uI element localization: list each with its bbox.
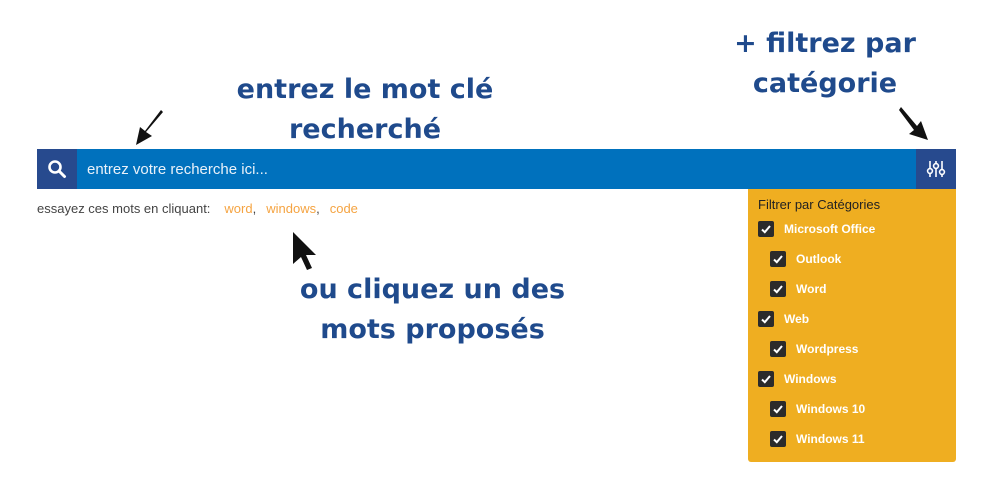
category-label: Windows 10	[796, 402, 866, 416]
search-input[interactable]	[77, 149, 915, 189]
category-label: Windows	[784, 372, 837, 386]
arrow-to-filter-icon	[899, 107, 928, 140]
annotation-suggestions: ou cliquez un des mots proposés	[290, 270, 575, 350]
check-icon	[773, 345, 783, 354]
suggestion-code[interactable]: code	[330, 201, 358, 216]
suggestion-windows[interactable]: windows	[266, 201, 316, 216]
category-filter-panel: Filtrer par Catégories Microsoft Office O…	[748, 189, 956, 462]
arrow-to-search-icon	[136, 110, 163, 145]
category-item[interactable]: Outlook	[770, 251, 841, 267]
annotation-suggestions-line2: mots proposés	[320, 314, 545, 345]
suggestions-label: essayez ces mots en cliquant:	[37, 201, 211, 216]
sliders-icon	[926, 161, 946, 177]
annotation-keyword-text: entrez le mot clé recherché	[236, 74, 494, 145]
category-item[interactable]: Word	[770, 281, 826, 297]
search-bar	[37, 149, 956, 189]
category-checkbox[interactable]	[770, 281, 786, 297]
suggestion-word[interactable]: word	[224, 201, 252, 216]
category-item[interactable]: Microsoft Office	[758, 221, 875, 237]
category-label: Web	[784, 312, 810, 326]
check-icon	[761, 225, 771, 234]
suggestion-separator: ,	[252, 201, 257, 216]
annotation-filter: + filtrez par catégorie	[720, 24, 930, 104]
category-item[interactable]: Web	[758, 311, 809, 327]
category-label: Windows 11	[796, 432, 865, 446]
category-label: Word	[796, 282, 827, 296]
suggestions-row: essayez ces mots en cliquant: word , win…	[37, 201, 358, 216]
category-checkbox[interactable]	[770, 341, 786, 357]
category-label: Microsoft Office	[784, 222, 876, 236]
category-label: Wordpress	[796, 342, 859, 356]
category-checkbox[interactable]	[770, 251, 786, 267]
category-item[interactable]: Windows 10	[770, 401, 865, 417]
check-icon	[773, 405, 783, 414]
check-icon	[761, 315, 771, 324]
suggestion-separator: ,	[316, 201, 320, 216]
category-item[interactable]: Windows	[758, 371, 837, 387]
search-button[interactable]	[37, 149, 77, 189]
category-checkbox[interactable]	[770, 401, 786, 417]
check-icon	[761, 375, 771, 384]
category-checkbox[interactable]	[758, 221, 774, 237]
category-checkbox[interactable]	[770, 431, 786, 447]
filter-panel-title: Filtrer par Catégories	[758, 197, 881, 212]
annotation-suggestions-line1: ou cliquez un des	[299, 274, 566, 305]
annotation-keyword: entrez le mot clé recherché	[160, 70, 570, 150]
check-icon	[773, 285, 783, 294]
filter-toggle-button[interactable]	[916, 149, 956, 189]
category-item[interactable]: Wordpress	[770, 341, 858, 357]
category-checkbox[interactable]	[758, 311, 774, 327]
check-icon	[773, 435, 783, 444]
cursor-pointer-icon	[293, 232, 316, 270]
check-icon	[773, 255, 783, 264]
category-checkbox[interactable]	[758, 371, 774, 387]
category-label: Outlook	[796, 252, 842, 266]
search-icon	[48, 160, 66, 178]
category-item[interactable]: Windows 11	[770, 431, 865, 447]
annotation-filter-line2: catégorie	[752, 68, 898, 99]
annotation-filter-line1: + filtrez par	[734, 28, 916, 59]
